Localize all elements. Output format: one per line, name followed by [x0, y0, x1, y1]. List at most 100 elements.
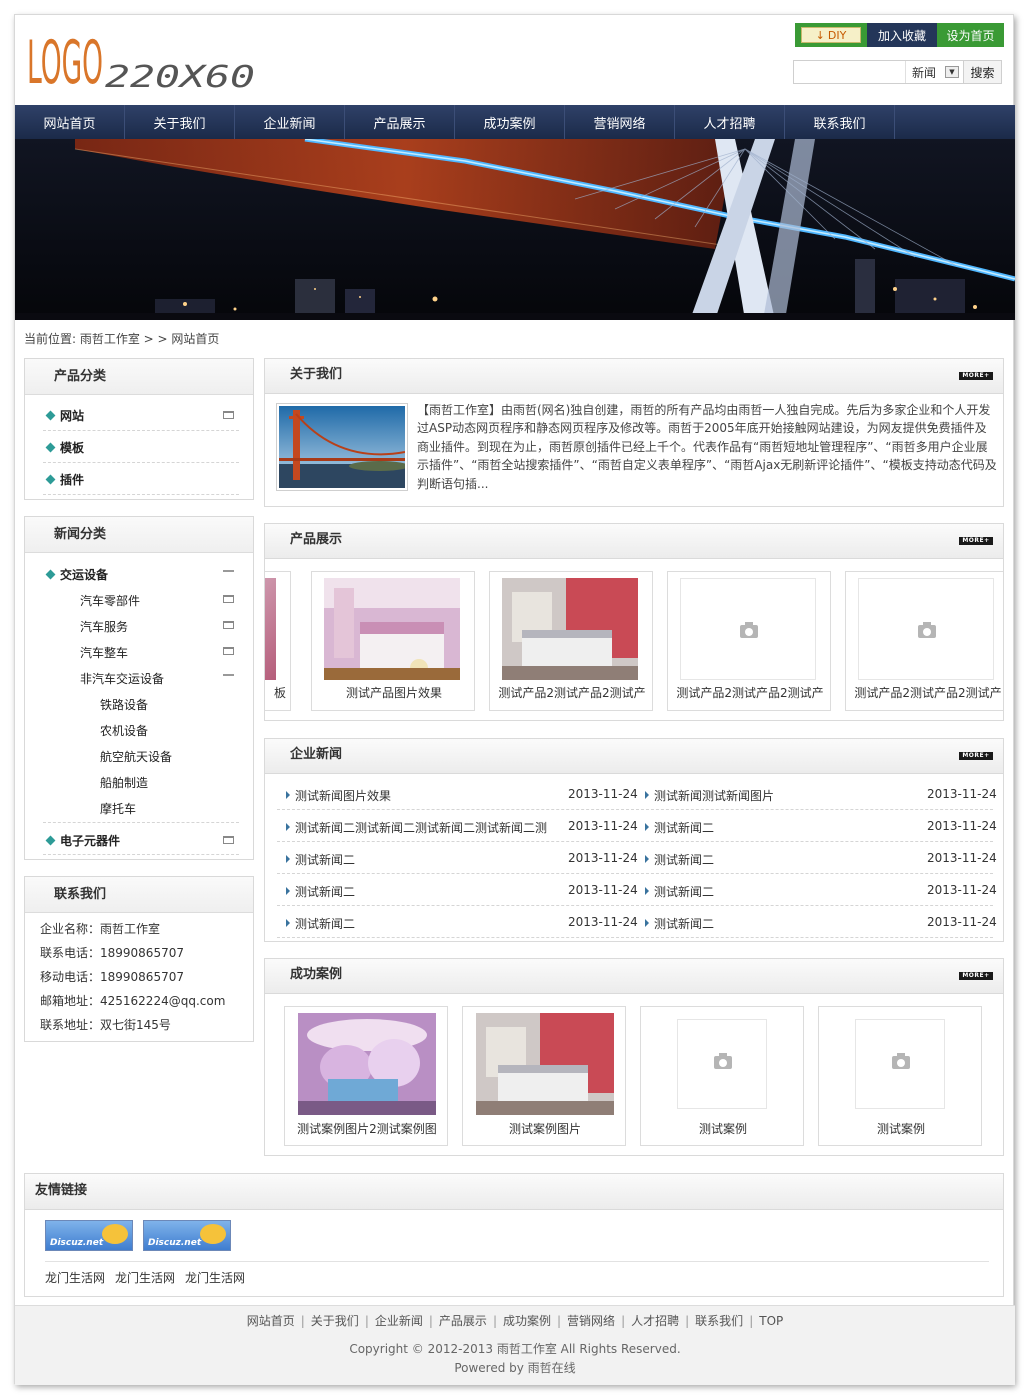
case-label[interactable]: 测试案例图片2测试案例图: [285, 1120, 449, 1137]
news-cat-motorcycle[interactable]: 摩托车: [100, 800, 136, 817]
news-cat-transport[interactable]: 交运设备: [60, 566, 108, 583]
footer-link-cases[interactable]: 成功案例: [503, 1314, 551, 1328]
news-cat-auto-parts[interactable]: 汽车零部件: [80, 592, 140, 609]
divider: [277, 873, 993, 874]
divider: [43, 494, 239, 495]
news-cat-vehicle[interactable]: 汽车整车: [80, 644, 128, 661]
case-card[interactable]: 测试案例图片2测试案例图: [284, 1006, 448, 1146]
divider: [43, 430, 239, 431]
news-cat-non-auto[interactable]: 非汽车交运设备: [80, 670, 164, 687]
collapse-icon[interactable]: [223, 595, 234, 603]
footer-link-news[interactable]: 企业新闻: [375, 1314, 423, 1328]
product-card[interactable]: 测试产品2测试产品2测试产: [489, 571, 653, 711]
product-card[interactable]: 板: [265, 571, 291, 711]
news-link[interactable]: 测试新闻测试新闻图片: [654, 787, 774, 807]
news-link[interactable]: 测试新闻二测试新闻二测试新闻二测试新闻二测: [295, 819, 547, 839]
news-more-button[interactable]: MORE+: [959, 752, 993, 760]
news-cat-electronics[interactable]: 电子元器件: [60, 832, 120, 849]
search-scope-select[interactable]: 新闻 ▼: [905, 61, 963, 83]
expanded-icon[interactable]: [223, 674, 234, 676]
collapse-icon[interactable]: [223, 836, 234, 844]
footer-link-contact[interactable]: 联系我们: [695, 1314, 743, 1328]
news-link[interactable]: 测试新闻图片效果: [295, 787, 391, 807]
footer-link-network[interactable]: 营销网络: [567, 1314, 615, 1328]
nav-item-home[interactable]: 网站首页: [15, 105, 125, 139]
news-cat-shipbuilding[interactable]: 船舶制造: [100, 774, 148, 791]
product-label[interactable]: 测试产品图片效果: [312, 684, 476, 701]
news-link[interactable]: 测试新闻二: [654, 883, 714, 903]
diamond-bullet-icon: [45, 835, 56, 846]
search-button[interactable]: 搜索: [963, 61, 1001, 83]
nav-item-cases[interactable]: 成功案例: [455, 105, 565, 139]
nav-item-contact[interactable]: 联系我们: [785, 105, 895, 139]
case-label[interactable]: 测试案例: [819, 1120, 983, 1137]
text-link[interactable]: 龙门生活网: [185, 1271, 245, 1285]
case-label[interactable]: 测试案例: [641, 1120, 805, 1137]
footer-link-jobs[interactable]: 人才招聘: [631, 1314, 679, 1328]
search-input[interactable]: [794, 61, 905, 83]
set-homepage-button[interactable]: 设为首页: [937, 23, 1004, 47]
news-cat-auto-service[interactable]: 汽车服务: [80, 618, 128, 635]
news-date: 2013-11-24: [568, 787, 638, 801]
about-more-button[interactable]: MORE+: [959, 372, 993, 380]
banner-image: [15, 139, 1015, 320]
category-item-website[interactable]: 网站: [60, 407, 84, 424]
text-link[interactable]: 龙门生活网: [115, 1271, 175, 1285]
case-card[interactable]: 测试案例图片: [462, 1006, 626, 1146]
nav-item-about[interactable]: 关于我们: [125, 105, 235, 139]
nav-item-news[interactable]: 企业新闻: [235, 105, 345, 139]
news-box: 企业新闻 MORE+ 测试新闻图片效果 2013-11-24 测试新闻测试新闻图片…: [264, 738, 1004, 942]
news-link[interactable]: 测试新闻二: [654, 851, 714, 871]
news-link[interactable]: 测试新闻二: [295, 883, 355, 903]
news-link[interactable]: 测试新闻二: [295, 915, 355, 935]
site-logo[interactable]: LOGO 220X60: [27, 31, 257, 91]
product-label[interactable]: 测试产品2测试产品2测试产: [668, 684, 832, 701]
product-label[interactable]: 测试产品2测试产品2测试产: [490, 684, 654, 701]
news-cat-railway[interactable]: 铁路设备: [100, 696, 148, 713]
expanded-icon[interactable]: [223, 570, 234, 572]
product-card[interactable]: 测试产品2测试产品2测试产: [845, 571, 1003, 711]
news-link[interactable]: 测试新闻二: [295, 851, 355, 871]
text-link[interactable]: 龙门生活网: [45, 1271, 105, 1285]
news-date: 2013-11-24: [927, 915, 997, 929]
bullet-arrow-icon: [645, 823, 649, 831]
collapse-icon[interactable]: [223, 647, 234, 655]
nav-item-network[interactable]: 营销网络: [565, 105, 675, 139]
products-more-button[interactable]: MORE+: [959, 537, 993, 545]
collapse-icon[interactable]: [223, 411, 234, 419]
case-card[interactable]: 测试案例: [818, 1006, 982, 1146]
category-item-template[interactable]: 模板: [60, 439, 84, 456]
news-link[interactable]: 测试新闻二: [654, 819, 714, 839]
add-favorite-button[interactable]: 加入收藏: [867, 23, 937, 47]
discuz-face-icon: [102, 1224, 128, 1244]
case-label[interactable]: 测试案例图片: [463, 1120, 627, 1137]
discuz-logo-link[interactable]: Discuz.net: [143, 1220, 231, 1251]
product-carousel[interactable]: 板 测试产品图片效果 测试产品2测试产品2测试产 测试产品2测试产品2测试产 测…: [265, 559, 1003, 720]
nav-item-jobs[interactable]: 人才招聘: [675, 105, 785, 139]
case-card[interactable]: 测试案例: [640, 1006, 804, 1146]
product-label[interactable]: 测试产品2测试产品2测试产: [846, 684, 1003, 701]
logo-size-text: 220X60: [105, 60, 255, 91]
footer-link-home[interactable]: 网站首页: [247, 1314, 295, 1328]
powered-by[interactable]: Powered by 雨哲在线: [15, 1359, 1015, 1376]
news-date: 2013-11-24: [927, 787, 997, 801]
footer-link-top[interactable]: TOP: [759, 1314, 783, 1328]
product-label[interactable]: 板: [265, 684, 292, 701]
news-cat-aerospace[interactable]: 航空航天设备: [100, 748, 172, 765]
discuz-logo-link[interactable]: Discuz.net: [45, 1220, 133, 1251]
news-date: 2013-11-24: [568, 883, 638, 897]
footer-link-products[interactable]: 产品展示: [439, 1314, 487, 1328]
category-item-plugin[interactable]: 插件: [60, 471, 84, 488]
product-image: [265, 578, 276, 680]
diy-button[interactable]: ↓ DIY: [795, 23, 867, 47]
product-card[interactable]: 测试产品2测试产品2测试产: [667, 571, 831, 711]
footer-link-about[interactable]: 关于我们: [311, 1314, 359, 1328]
collapse-icon[interactable]: [223, 621, 234, 629]
cases-more-button[interactable]: MORE+: [959, 972, 993, 980]
divider: [45, 1261, 989, 1262]
nav-item-products[interactable]: 产品展示: [345, 105, 455, 139]
contact-phone: 联系电话：18990865707: [40, 946, 184, 960]
news-link[interactable]: 测试新闻二: [654, 915, 714, 935]
product-card[interactable]: 测试产品图片效果: [311, 571, 475, 711]
news-cat-farm[interactable]: 农机设备: [100, 722, 148, 739]
